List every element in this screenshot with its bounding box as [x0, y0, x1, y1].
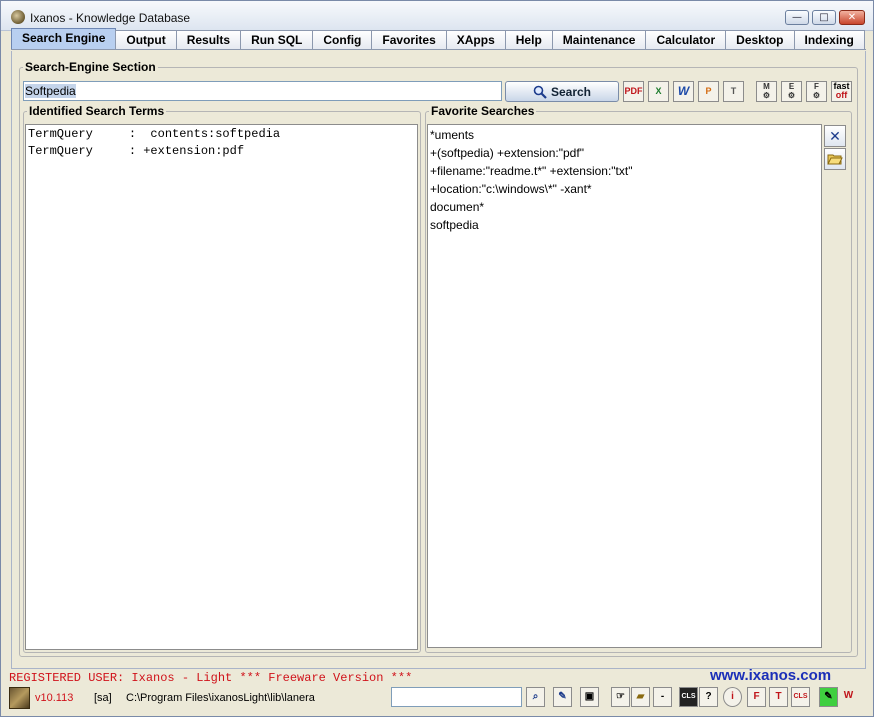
favorite-item[interactable]: softpedia [428, 216, 821, 234]
pin-button[interactable]: ✎ [553, 687, 572, 707]
windows-icon: ▣ [584, 691, 595, 702]
windows-button[interactable]: ▣ [580, 687, 599, 707]
favorite-searches-list[interactable]: *uments +(softpedia) +extension:"pdf" +f… [427, 124, 822, 648]
gear-icon: ⚙ [787, 91, 796, 100]
open-file-button[interactable]: ☞ [611, 687, 630, 707]
search-button[interactable]: Search [505, 81, 619, 102]
window-title: Ixanos - Knowledge Database [30, 11, 191, 25]
title-bar: Ixanos - Knowledge Database — □ ✕ [1, 1, 873, 31]
user-avatar [9, 687, 30, 709]
tab-desktop[interactable]: Desktop [725, 30, 795, 50]
open-favorite-button[interactable] [824, 148, 846, 170]
clear-screen-button[interactable]: CLS [679, 687, 698, 707]
magnifier-icon [533, 85, 547, 99]
identified-terms-area[interactable]: TermQuery : contents:softpedia TermQuery… [25, 124, 418, 650]
mode-e-label: E [788, 82, 795, 91]
registered-user-text: REGISTERED USER: Ixanos - Light *** Free… [9, 671, 413, 685]
folder-cls-button[interactable]: CLS [791, 687, 810, 707]
hand-folder-icon: ☞ [616, 691, 625, 702]
pdf-filter-button[interactable]: PDF [623, 81, 644, 102]
tab-favorites[interactable]: Favorites [371, 30, 447, 50]
fast-off-toggle[interactable]: fast off [831, 81, 852, 102]
gear-icon: ⚙ [762, 91, 771, 100]
favorite-searches-legend: Favorite Searches [429, 104, 537, 118]
delete-favorite-button[interactable]: ✕ [824, 125, 846, 147]
folder-open-icon [827, 154, 843, 165]
quick-search-button[interactable]: ⌕ [526, 687, 545, 707]
mode-m-label: M [763, 82, 770, 91]
tab-results[interactable]: Results [175, 30, 242, 50]
favorite-item[interactable]: *uments [428, 126, 821, 144]
identified-terms-legend: Identified Search Terms [27, 104, 167, 118]
word-filter-button[interactable]: W [673, 81, 694, 102]
status-bar: v10.113 [sa] C:\Program Files\ixanosLigh… [1, 685, 873, 715]
term-line: TermQuery : contents:softpedia [28, 127, 281, 141]
favorite-item[interactable]: documen* [428, 198, 821, 216]
folder-t-button[interactable]: T [769, 687, 788, 707]
mode-m-gear-button[interactable]: M ⚙ [756, 81, 777, 102]
gear-icon: ⚙ [812, 91, 821, 100]
folder-icon: ▰ [636, 691, 645, 702]
info-button[interactable]: i [723, 687, 742, 707]
powerpoint-filter-button[interactable]: P [698, 81, 719, 102]
mode-f-label: F [814, 82, 819, 91]
tab-run-sql[interactable]: Run SQL [240, 30, 314, 50]
tab-help[interactable]: Help [504, 30, 553, 50]
excel-filter-button[interactable]: X [648, 81, 669, 102]
minimize-button[interactable]: — [785, 10, 809, 25]
version-label: v10.113 [35, 692, 74, 704]
term-line: TermQuery : +extension:pdf [28, 144, 245, 158]
tab-search-engine[interactable]: Search Engine [11, 28, 117, 50]
tab-calculator[interactable]: Calculator [645, 30, 727, 50]
mode-e-gear-button[interactable]: E ⚙ [781, 81, 802, 102]
text-filter-button[interactable]: T [723, 81, 744, 102]
w-button[interactable]: W [839, 687, 858, 707]
tab-divider [11, 49, 866, 50]
help-button[interactable]: ? [699, 687, 718, 707]
quick-search-input[interactable] [391, 687, 522, 707]
mode-f-gear-button[interactable]: F ⚙ [806, 81, 827, 102]
search-query-text: Softpedia [25, 84, 76, 98]
magnifier-icon: ⌕ [532, 691, 539, 702]
folder-f-button[interactable]: F [747, 687, 766, 707]
edit-button[interactable]: ✎ [819, 687, 838, 707]
close-icon: ✕ [829, 128, 841, 144]
tab-maintenance[interactable]: Maintenance [551, 30, 647, 50]
favorite-item[interactable]: +filename:"readme.t*" +extension:"txt" [428, 162, 821, 180]
tab-indexing[interactable]: Indexing [793, 30, 865, 50]
pin-icon: ✎ [558, 691, 567, 702]
folder-button[interactable]: ▰ [631, 687, 650, 707]
user-label: [sa] [94, 692, 112, 704]
search-section-legend: Search-Engine Section [23, 60, 158, 74]
website-link[interactable]: www.ixanos.com [710, 667, 831, 684]
favorite-item[interactable]: +location:"c:\windows\*" -xant* [428, 180, 821, 198]
tab-xapps[interactable]: XApps [445, 30, 506, 50]
library-path: C:\Program Files\ixanosLight\lib\lanera [126, 692, 315, 704]
off-label: off [835, 90, 848, 100]
favorite-item[interactable]: +(softpedia) +extension:"pdf" [428, 144, 821, 162]
main-tabs: Search Engine Output Results Run SQL Con… [11, 28, 865, 50]
edit-icon: ✎ [824, 691, 833, 702]
app-logo-icon [11, 10, 25, 24]
search-button-label: Search [550, 84, 592, 99]
app-window: Ixanos - Knowledge Database — □ ✕ Search… [0, 0, 874, 717]
search-input[interactable]: Softpedia [23, 81, 502, 101]
maximize-button[interactable]: □ [812, 10, 836, 25]
tab-config[interactable]: Config [312, 30, 373, 50]
close-button[interactable]: ✕ [839, 10, 865, 25]
tab-output[interactable]: Output [115, 30, 177, 50]
minus-button[interactable]: - [653, 687, 672, 707]
